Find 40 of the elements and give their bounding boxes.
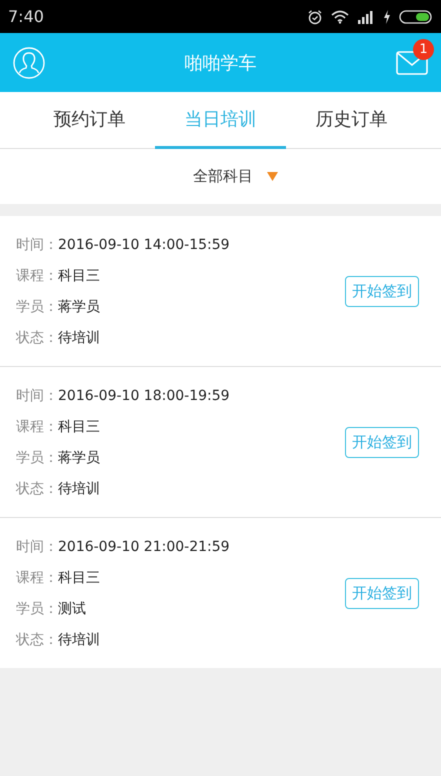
signal-icon — [357, 10, 375, 24]
app-title: 啪啪学车 — [184, 52, 256, 74]
field-value: 蒋学员 — [58, 298, 100, 316]
check-in-button[interactable]: 开始签到 — [345, 426, 419, 458]
tab[interactable]: 预约订单 — [24, 92, 155, 149]
field-value: 2016-09-10 18:00-19:59 — [58, 386, 230, 406]
wifi-icon — [331, 10, 349, 24]
field-label: 时间： — [16, 538, 58, 556]
field-label: 学员： — [16, 298, 58, 316]
field-label: 学员： — [16, 448, 58, 468]
field-value: 待培训 — [58, 328, 100, 348]
unread-count-badge: 1 — [413, 38, 434, 60]
field-value: 2016-09-10 21:00-21:59 — [58, 538, 230, 556]
check-in-button[interactable]: 开始签到 — [345, 276, 419, 306]
field-label: 课程： — [16, 418, 58, 436]
clock-time: 7:40 — [8, 7, 44, 26]
caret-icon — [267, 172, 278, 181]
tab[interactable]: 历史订单 — [286, 92, 417, 149]
field-label: 学员： — [16, 600, 58, 618]
field-label: 时间： — [16, 236, 58, 254]
field-value: 科目三 — [58, 568, 100, 588]
field-value: 测试 — [58, 600, 86, 618]
field-label: 状态： — [16, 480, 58, 498]
field-value: 科目三 — [58, 418, 100, 436]
field-label: 状态： — [16, 328, 58, 348]
user-profile-icon[interactable] — [13, 46, 45, 78]
alarm-icon — [307, 8, 323, 24]
field-label: 课程： — [16, 266, 58, 286]
field-value: 待培训 — [58, 630, 100, 650]
charging-icon — [383, 10, 391, 24]
field-value: 科目三 — [58, 266, 100, 286]
check-in-button[interactable]: 开始签到 — [345, 578, 419, 608]
field-value: 蒋学员 — [58, 448, 100, 468]
subject-filter-dropdown[interactable]: 全部科目 — [163, 167, 278, 186]
field-label: 时间： — [16, 386, 58, 406]
field-label: 状态： — [16, 630, 58, 650]
field-value: 2016-09-10 14:00-15:59 — [58, 236, 230, 254]
battery-icon — [399, 10, 433, 24]
field-value: 待培训 — [58, 480, 100, 498]
field-label: 课程： — [16, 568, 58, 588]
